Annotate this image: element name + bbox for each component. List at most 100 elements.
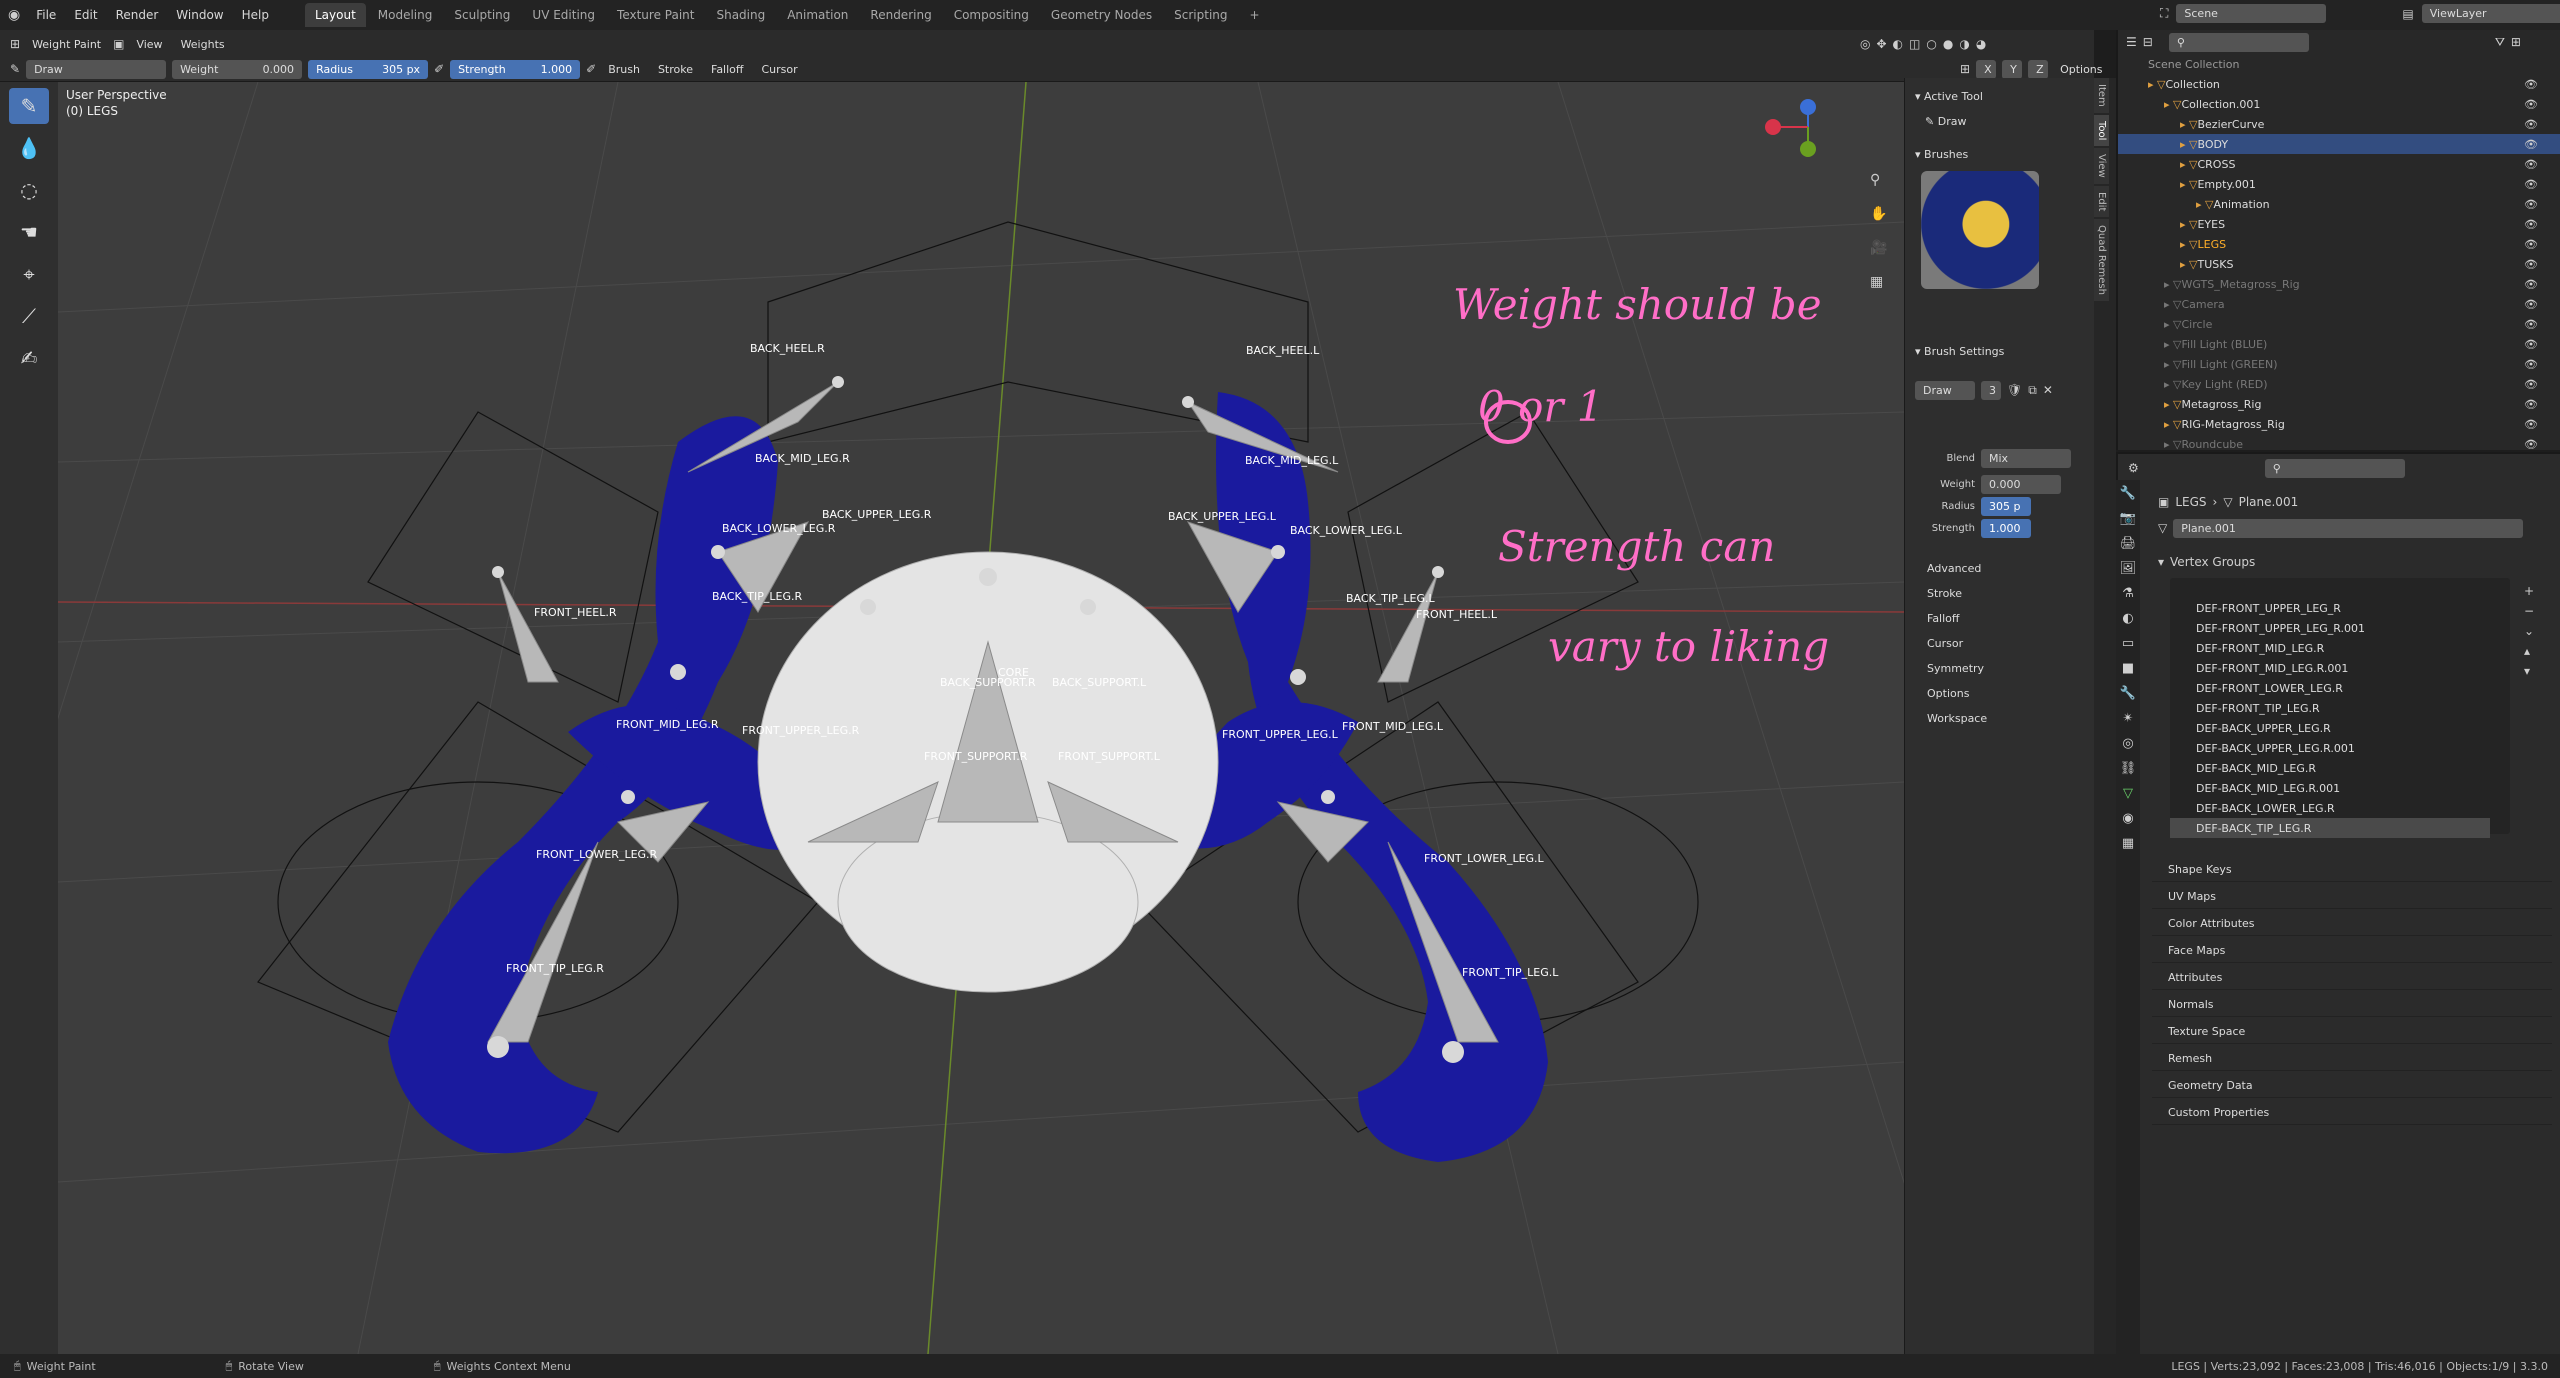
camera-view-icon[interactable]: 🎥 <box>1870 239 1887 256</box>
tab-quad-remesh[interactable]: Quad Remesh <box>2094 219 2109 302</box>
blend-dropdown[interactable]: Mix <box>1981 448 2071 468</box>
viewlayer-icon[interactable]: ▤ <box>2402 7 2413 21</box>
tab-layout[interactable]: Layout <box>304 3 366 27</box>
outliner-row[interactable]: ▸ ▽ Animation 👁 <box>2118 194 2560 214</box>
vertex-group-item[interactable]: DEF-BACK_MID_LEG.R.001 <box>2170 778 2490 798</box>
move-down-icon[interactable]: ▾ <box>2524 664 2534 678</box>
particles-tab-icon[interactable]: ✴ <box>2123 711 2134 726</box>
vertex-group-item[interactable]: DEF-FRONT_MID_LEG.R <box>2170 638 2490 658</box>
visibility-eye-icon[interactable]: 👁 <box>2524 358 2538 371</box>
strength-field[interactable]: Strength 1.000 <box>450 59 581 79</box>
constraints-tab-icon[interactable]: ⛓ <box>2120 761 2137 776</box>
brushes-header[interactable]: ▾ Brushes <box>1905 142 2094 167</box>
shading-material-icon[interactable]: ◑ <box>1959 37 1969 51</box>
tab-view[interactable]: View <box>2094 148 2109 184</box>
scene-tab-icon[interactable]: ⚗ <box>2122 586 2134 601</box>
visibility-eye-icon[interactable]: 👁 <box>2524 138 2538 151</box>
sample-weight-tool-icon[interactable]: ⌖ <box>9 256 49 292</box>
zoom-icon[interactable]: ⚲ <box>1870 172 1880 188</box>
outliner-row[interactable]: ▸ ▽ TUSKS 👁 <box>2118 254 2560 274</box>
tab-rendering[interactable]: Rendering <box>860 3 941 27</box>
fake-user-icon[interactable]: 🛡 <box>2007 383 2022 397</box>
material-tab-icon[interactable]: ◉ <box>2122 811 2133 826</box>
properties-section[interactable]: Remesh <box>2152 1047 2552 1071</box>
cursor-menu[interactable]: Cursor <box>755 61 803 78</box>
vertex-group-item[interactable]: DEF-FRONT_UPPER_LEG_R <box>2170 598 2490 618</box>
visibility-eye-icon[interactable]: 👁 <box>2524 398 2538 411</box>
tab-uv-editing[interactable]: UV Editing <box>522 3 605 27</box>
outliner-row[interactable]: ▸ ▽ CROSS 👁 <box>2118 154 2560 174</box>
menu-render[interactable]: Render <box>108 8 167 22</box>
symmetry-y[interactable]: Y <box>2002 59 2023 79</box>
properties-section[interactable]: Geometry Data <box>2152 1074 2552 1098</box>
falloff-section[interactable]: Falloff <box>1905 606 2095 631</box>
modifier-tab-icon[interactable]: 🔧 <box>2120 686 2136 701</box>
visibility-eye-icon[interactable]: 👁 <box>2524 338 2538 351</box>
menu-weights[interactable]: Weights <box>175 36 231 53</box>
brush-name-field[interactable]: Draw <box>26 59 167 79</box>
menu-file[interactable]: File <box>28 8 64 22</box>
mesh-name-field[interactable]: Plane.001 <box>2173 518 2524 538</box>
brush-settings-header[interactable]: ▾ Brush Settings <box>1905 339 2094 364</box>
editor-type-icon[interactable]: ⊞ <box>10 37 20 51</box>
visibility-eye-icon[interactable]: 👁 <box>2524 278 2538 291</box>
outliner-row[interactable]: ▸ ▽ Collection 👁 <box>2118 74 2560 94</box>
outliner-row[interactable]: ▸ ▽ RIG-Metagross_Rig 👁 <box>2118 414 2560 434</box>
vertex-group-specials-icon[interactable]: ⌄ <box>2524 624 2534 638</box>
render-tab-icon[interactable]: 📷 <box>2120 511 2136 526</box>
add-vertex-group-button[interactable]: + <box>2524 584 2534 598</box>
display-mode-icon[interactable]: ⊟ <box>2143 35 2153 49</box>
shading-rendered-icon[interactable]: ◕ <box>1976 37 1986 51</box>
outliner-row[interactable]: ▸ ▽ BODY 👁 <box>2118 134 2560 154</box>
vertex-group-item[interactable]: DEF-FRONT_UPPER_LEG_R.001 <box>2170 618 2490 638</box>
vertex-group-item[interactable]: DEF-FRONT_MID_LEG.R.001 <box>2170 658 2490 678</box>
radius-field[interactable]: Radius 305 px <box>308 59 429 79</box>
tab-edit[interactable]: Edit <box>2094 185 2109 218</box>
brush-menu[interactable]: Brush <box>602 61 646 78</box>
shading-wireframe-icon[interactable]: ○ <box>1926 37 1936 51</box>
outliner-row[interactable]: ▸ ▽ LEGS 👁 <box>2118 234 2560 254</box>
texture-tab-icon[interactable]: ▦ <box>2122 836 2134 851</box>
view-object-types-icon[interactable]: ◎ <box>1860 37 1870 51</box>
outliner-row[interactable]: ▸ ▽ Camera 👁 <box>2118 294 2560 314</box>
options-menu[interactable]: Options <box>2054 61 2108 78</box>
blur-tool-icon[interactable]: 💧 <box>9 130 49 166</box>
scene-selector[interactable]: Scene <box>2176 4 2327 23</box>
smear-tool-icon[interactable]: ☚ <box>9 214 49 250</box>
draw-tool-icon[interactable]: ✎ <box>9 88 49 124</box>
visibility-eye-icon[interactable]: 👁 <box>2524 298 2538 311</box>
properties-section[interactable]: Texture Space <box>2152 1020 2552 1044</box>
world-tab-icon[interactable]: ◐ <box>2122 611 2133 626</box>
outliner-row[interactable]: ▸ ▽ Roundcube 👁 <box>2118 434 2560 454</box>
tab-texture-paint[interactable]: Texture Paint <box>607 3 704 27</box>
menu-edit[interactable]: Edit <box>66 8 105 22</box>
outliner-row[interactable]: ▸ ▽ Metagross_Rig 👁 <box>2118 394 2560 414</box>
outliner-root[interactable]: Scene Collection <box>2118 54 2560 74</box>
falloff-menu[interactable]: Falloff <box>705 61 749 78</box>
tab-item[interactable]: Item <box>2094 78 2109 113</box>
output-tab-icon[interactable]: 🖨 <box>2120 536 2137 551</box>
vertex-group-item[interactable]: DEF-BACK_MID_LEG.R <box>2170 758 2490 778</box>
vertex-group-item[interactable]: DEF-BACK_UPPER_LEG.R <box>2170 718 2490 738</box>
add-workspace-icon[interactable]: + <box>1240 3 1270 27</box>
viewlayer-selector[interactable]: ViewLayer <box>2421 4 2560 23</box>
visibility-eye-icon[interactable]: 👁 <box>2524 178 2538 191</box>
properties-search[interactable]: ⚲ <box>2264 458 2405 478</box>
tab-animation[interactable]: Animation <box>777 3 858 27</box>
weight-setting-field[interactable]: 0.000 <box>1981 474 2061 494</box>
vertex-group-item[interactable]: DEF-BACK_LOWER_LEG.R <box>2170 798 2490 818</box>
properties-section[interactable]: Shape Keys <box>2152 858 2552 882</box>
active-tool-header[interactable]: ▾ Active Tool <box>1905 84 2094 109</box>
move-up-icon[interactable]: ▴ <box>2524 644 2534 658</box>
brush-preview[interactable] <box>1921 171 2039 289</box>
scene-icon[interactable]: ⛶ <box>2160 6 2168 21</box>
visibility-eye-icon[interactable]: 👁 <box>2524 238 2538 251</box>
pressure-radius-icon[interactable]: ✐ <box>434 62 444 76</box>
shading-solid-icon[interactable]: ● <box>1943 37 1953 51</box>
visibility-eye-icon[interactable]: 👁 <box>2524 158 2538 171</box>
ortho-toggle-icon[interactable]: ▦ <box>1870 274 1883 290</box>
outliner-row[interactable]: ▸ ▽ EYES 👁 <box>2118 214 2560 234</box>
tab-sculpting[interactable]: Sculpting <box>444 3 520 27</box>
tab-compositing[interactable]: Compositing <box>944 3 1039 27</box>
mask-toggle-icon[interactable]: ▣ <box>113 37 124 51</box>
